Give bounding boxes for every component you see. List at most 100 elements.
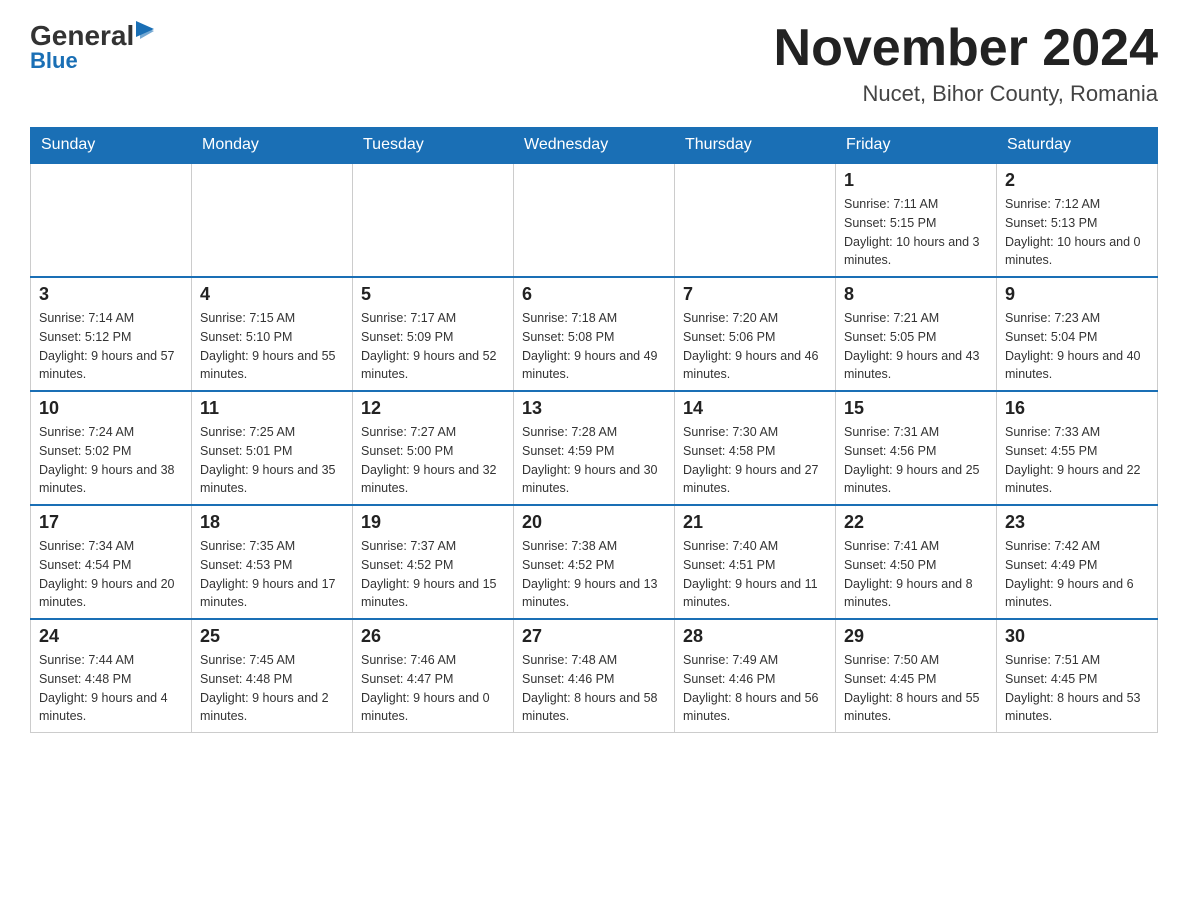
day-info: Sunrise: 7:28 AMSunset: 4:59 PMDaylight:… — [522, 423, 666, 498]
week-row-4: 17Sunrise: 7:34 AMSunset: 4:54 PMDayligh… — [31, 505, 1158, 619]
logo: General Blue — [30, 20, 158, 74]
logo-blue-text: Blue — [30, 48, 78, 74]
calendar-cell: 16 Sunrise: 7:33 AMSunset: 4:55 PMDayligh… — [997, 391, 1158, 505]
day-info: Sunrise: 7:31 AMSunset: 4:56 PMDaylight:… — [844, 423, 988, 498]
calendar-cell: 11 Sunrise: 7:25 AMSunset: 5:01 PMDayligh… — [192, 391, 353, 505]
title-section: November 2024 Nucet, Bihor County, Roman… — [774, 20, 1158, 107]
day-info: Sunrise: 7:42 AMSunset: 4:49 PMDaylight:… — [1005, 537, 1149, 612]
weekday-header-sunday: Sunday — [31, 128, 192, 164]
day-number: 26 — [361, 626, 505, 647]
day-info: Sunrise: 7:25 AMSunset: 5:01 PMDaylight:… — [200, 423, 344, 498]
day-number: 8 — [844, 284, 988, 305]
day-info: Sunrise: 7:45 AMSunset: 4:48 PMDaylight:… — [200, 651, 344, 726]
day-info: Sunrise: 7:33 AMSunset: 4:55 PMDaylight:… — [1005, 423, 1149, 498]
day-info: Sunrise: 7:41 AMSunset: 4:50 PMDaylight:… — [844, 537, 988, 612]
calendar-cell: 13 Sunrise: 7:28 AMSunset: 4:59 PMDayligh… — [514, 391, 675, 505]
day-info: Sunrise: 7:11 AMSunset: 5:15 PMDaylight:… — [844, 195, 988, 270]
day-info: Sunrise: 7:14 AMSunset: 5:12 PMDaylight:… — [39, 309, 183, 384]
day-number: 27 — [522, 626, 666, 647]
day-info: Sunrise: 7:20 AMSunset: 5:06 PMDaylight:… — [683, 309, 827, 384]
day-number: 28 — [683, 626, 827, 647]
day-info: Sunrise: 7:17 AMSunset: 5:09 PMDaylight:… — [361, 309, 505, 384]
calendar-cell: 23 Sunrise: 7:42 AMSunset: 4:49 PMDayligh… — [997, 505, 1158, 619]
calendar-cell: 25 Sunrise: 7:45 AMSunset: 4:48 PMDayligh… — [192, 619, 353, 733]
day-info: Sunrise: 7:21 AMSunset: 5:05 PMDaylight:… — [844, 309, 988, 384]
day-number: 14 — [683, 398, 827, 419]
weekday-header-thursday: Thursday — [675, 128, 836, 164]
day-number: 18 — [200, 512, 344, 533]
day-number: 10 — [39, 398, 183, 419]
day-info: Sunrise: 7:12 AMSunset: 5:13 PMDaylight:… — [1005, 195, 1149, 270]
day-number: 6 — [522, 284, 666, 305]
calendar-cell: 4 Sunrise: 7:15 AMSunset: 5:10 PMDaylight… — [192, 277, 353, 391]
calendar-cell: 3 Sunrise: 7:14 AMSunset: 5:12 PMDaylight… — [31, 277, 192, 391]
day-info: Sunrise: 7:40 AMSunset: 4:51 PMDaylight:… — [683, 537, 827, 612]
week-row-1: 1 Sunrise: 7:11 AMSunset: 5:15 PMDaylight… — [31, 163, 1158, 277]
calendar-cell: 19Sunrise: 7:37 AMSunset: 4:52 PMDayligh… — [353, 505, 514, 619]
day-info: Sunrise: 7:50 AMSunset: 4:45 PMDaylight:… — [844, 651, 988, 726]
calendar-cell — [353, 163, 514, 277]
calendar-cell: 12 Sunrise: 7:27 AMSunset: 5:00 PMDayligh… — [353, 391, 514, 505]
day-info: Sunrise: 7:27 AMSunset: 5:00 PMDaylight:… — [361, 423, 505, 498]
day-number: 30 — [1005, 626, 1149, 647]
calendar-cell: 22Sunrise: 7:41 AMSunset: 4:50 PMDayligh… — [836, 505, 997, 619]
day-info: Sunrise: 7:44 AMSunset: 4:48 PMDaylight:… — [39, 651, 183, 726]
weekday-header-saturday: Saturday — [997, 128, 1158, 164]
day-info: Sunrise: 7:49 AMSunset: 4:46 PMDaylight:… — [683, 651, 827, 726]
logo-triangle-icon — [136, 21, 158, 43]
week-row-5: 24 Sunrise: 7:44 AMSunset: 4:48 PMDayligh… — [31, 619, 1158, 733]
day-number: 24 — [39, 626, 183, 647]
day-info: Sunrise: 7:38 AMSunset: 4:52 PMDaylight:… — [522, 537, 666, 612]
calendar-cell: 7Sunrise: 7:20 AMSunset: 5:06 PMDaylight… — [675, 277, 836, 391]
day-number: 20 — [522, 512, 666, 533]
week-row-2: 3 Sunrise: 7:14 AMSunset: 5:12 PMDaylight… — [31, 277, 1158, 391]
weekday-header-wednesday: Wednesday — [514, 128, 675, 164]
day-number: 21 — [683, 512, 827, 533]
day-info: Sunrise: 7:15 AMSunset: 5:10 PMDaylight:… — [200, 309, 344, 384]
calendar-cell: 2 Sunrise: 7:12 AMSunset: 5:13 PMDaylight… — [997, 163, 1158, 277]
day-number: 16 — [1005, 398, 1149, 419]
day-number: 19 — [361, 512, 505, 533]
calendar-cell: 24 Sunrise: 7:44 AMSunset: 4:48 PMDayligh… — [31, 619, 192, 733]
day-number: 1 — [844, 170, 988, 191]
calendar-cell — [31, 163, 192, 277]
day-info: Sunrise: 7:46 AMSunset: 4:47 PMDaylight:… — [361, 651, 505, 726]
day-number: 13 — [522, 398, 666, 419]
day-number: 11 — [200, 398, 344, 419]
page-header: General Blue November 2024 Nucet, Bihor … — [30, 20, 1158, 107]
calendar-table: SundayMondayTuesdayWednesdayThursdayFrid… — [30, 127, 1158, 733]
day-number: 9 — [1005, 284, 1149, 305]
calendar-cell — [192, 163, 353, 277]
day-number: 2 — [1005, 170, 1149, 191]
weekday-header-monday: Monday — [192, 128, 353, 164]
weekday-header-tuesday: Tuesday — [353, 128, 514, 164]
day-number: 5 — [361, 284, 505, 305]
day-number: 3 — [39, 284, 183, 305]
day-info: Sunrise: 7:24 AMSunset: 5:02 PMDaylight:… — [39, 423, 183, 498]
calendar-cell: 14 Sunrise: 7:30 AMSunset: 4:58 PMDayligh… — [675, 391, 836, 505]
calendar-cell: 30Sunrise: 7:51 AMSunset: 4:45 PMDayligh… — [997, 619, 1158, 733]
location-text: Nucet, Bihor County, Romania — [774, 81, 1158, 107]
calendar-cell: 9 Sunrise: 7:23 AMSunset: 5:04 PMDaylight… — [997, 277, 1158, 391]
calendar-cell: 28 Sunrise: 7:49 AMSunset: 4:46 PMDayligh… — [675, 619, 836, 733]
calendar-cell: 5 Sunrise: 7:17 AMSunset: 5:09 PMDaylight… — [353, 277, 514, 391]
calendar-cell: 18Sunrise: 7:35 AMSunset: 4:53 PMDayligh… — [192, 505, 353, 619]
calendar-cell: 29 Sunrise: 7:50 AMSunset: 4:45 PMDayligh… — [836, 619, 997, 733]
day-number: 4 — [200, 284, 344, 305]
day-info: Sunrise: 7:30 AMSunset: 4:58 PMDaylight:… — [683, 423, 827, 498]
day-info: Sunrise: 7:48 AMSunset: 4:46 PMDaylight:… — [522, 651, 666, 726]
calendar-cell: 26 Sunrise: 7:46 AMSunset: 4:47 PMDayligh… — [353, 619, 514, 733]
day-number: 29 — [844, 626, 988, 647]
weekday-header-row: SundayMondayTuesdayWednesdayThursdayFrid… — [31, 128, 1158, 164]
month-title: November 2024 — [774, 20, 1158, 77]
calendar-cell: 10 Sunrise: 7:24 AMSunset: 5:02 PMDayligh… — [31, 391, 192, 505]
calendar-cell: 20 Sunrise: 7:38 AMSunset: 4:52 PMDayligh… — [514, 505, 675, 619]
day-info: Sunrise: 7:18 AMSunset: 5:08 PMDaylight:… — [522, 309, 666, 384]
day-number: 25 — [200, 626, 344, 647]
day-number: 23 — [1005, 512, 1149, 533]
calendar-cell — [514, 163, 675, 277]
calendar-cell: 8 Sunrise: 7:21 AMSunset: 5:05 PMDaylight… — [836, 277, 997, 391]
day-number: 12 — [361, 398, 505, 419]
calendar-cell: 21 Sunrise: 7:40 AMSunset: 4:51 PMDayligh… — [675, 505, 836, 619]
day-info: Sunrise: 7:23 AMSunset: 5:04 PMDaylight:… — [1005, 309, 1149, 384]
